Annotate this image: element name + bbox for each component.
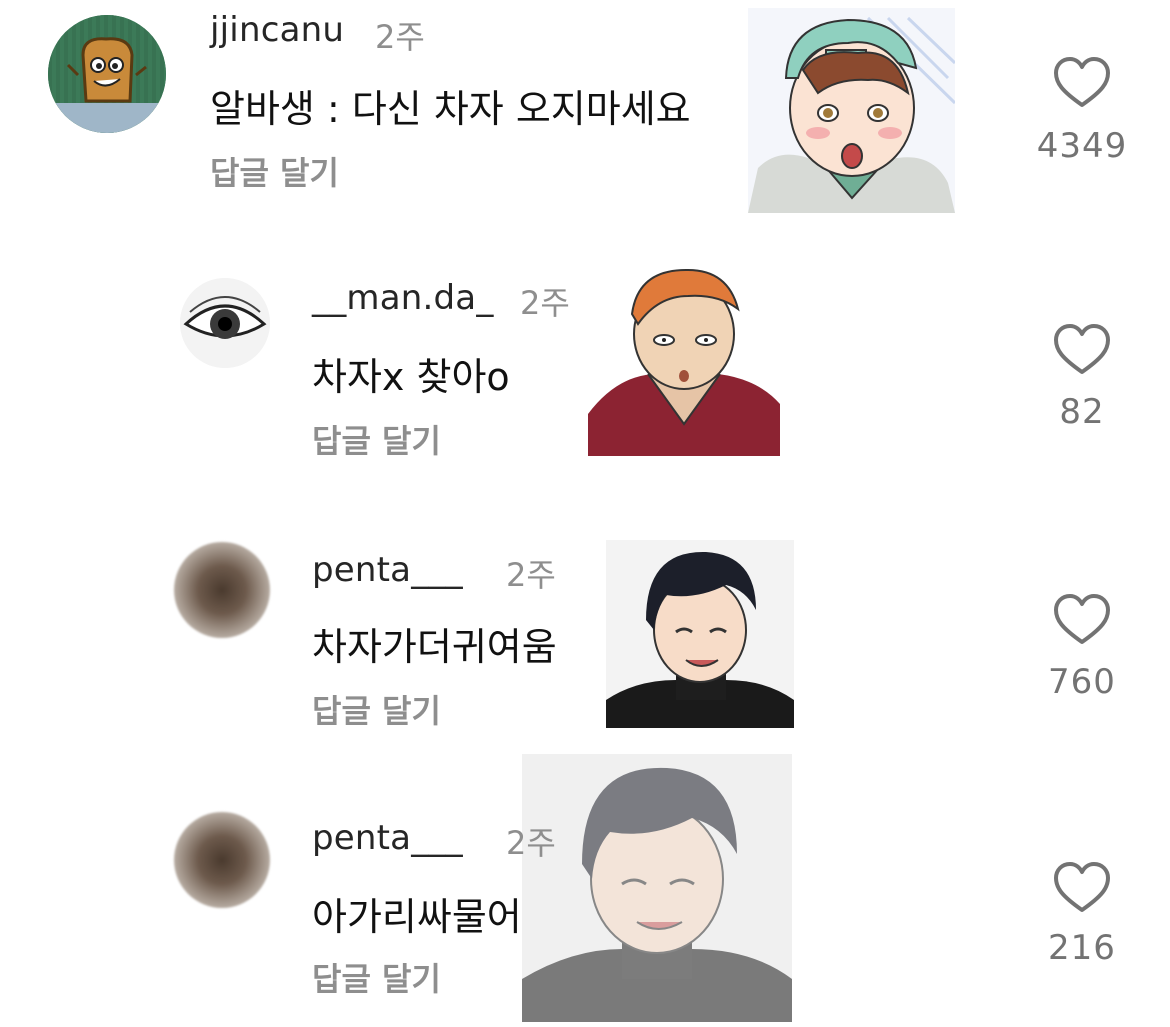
comment-text: 차자x 찾아o bbox=[312, 355, 510, 399]
sticker-image bbox=[588, 264, 780, 456]
reply-button[interactable]: 답글 달기 bbox=[312, 954, 441, 1000]
comment-text: 차자가더귀여움 bbox=[312, 625, 557, 669]
timestamp: 2주 bbox=[506, 556, 556, 594]
eye-avatar-icon bbox=[180, 278, 270, 368]
avatar[interactable] bbox=[180, 278, 270, 368]
like-count: 760 bbox=[1048, 662, 1116, 702]
like-count: 216 bbox=[1048, 928, 1116, 968]
like-button[interactable] bbox=[1052, 592, 1112, 648]
like-button[interactable] bbox=[1052, 322, 1112, 378]
comment-text: 아가리싸물어 bbox=[312, 895, 522, 939]
sticker-image bbox=[606, 540, 794, 728]
toast-cartoon-avatar-icon bbox=[48, 15, 166, 133]
heart-icon bbox=[1054, 594, 1110, 644]
reply-button[interactable]: 답글 달기 bbox=[210, 148, 339, 194]
comment-text: 알바생 : 다신 차자 오지마세요 bbox=[210, 87, 691, 131]
timestamp: 2주 bbox=[506, 824, 556, 862]
username[interactable]: jjincanu bbox=[210, 10, 344, 50]
comment-item: penta___ 2주 차자가더귀여움 답글 달기 760 bbox=[0, 520, 1170, 750]
like-count: 4349 bbox=[1036, 126, 1128, 166]
like-button[interactable] bbox=[1052, 860, 1112, 916]
like-button[interactable] bbox=[1052, 55, 1112, 111]
timestamp: 2주 bbox=[520, 284, 570, 322]
comment-item: __man.da_ 2주 차자x 찾아o 답글 달기 82 bbox=[0, 250, 1170, 480]
reply-button[interactable]: 답글 달기 bbox=[312, 686, 441, 732]
reply-button[interactable]: 답글 달기 bbox=[312, 416, 441, 462]
username[interactable]: penta___ bbox=[312, 818, 463, 858]
avatar[interactable] bbox=[174, 542, 270, 638]
smiling-black-hair-sticker-icon bbox=[606, 551, 794, 728]
sticker-image bbox=[748, 8, 955, 213]
smiling-black-hair-faded-sticker-icon bbox=[522, 767, 792, 1022]
username[interactable]: __man.da_ bbox=[312, 278, 494, 318]
heart-icon bbox=[1054, 57, 1110, 107]
avatar[interactable] bbox=[48, 15, 166, 133]
comment-item: jjincanu 2주 알바생 : 다신 차자 오지마세요 답글 달기 4349 bbox=[0, 0, 1170, 230]
comment-item: penta___ 2주 아가리싸물어 답글 달기 216 bbox=[0, 754, 1170, 1027]
timestamp: 2주 bbox=[375, 18, 425, 56]
sticker-image bbox=[522, 754, 792, 1022]
avatar[interactable] bbox=[174, 812, 270, 908]
heart-icon bbox=[1054, 324, 1110, 374]
heart-icon bbox=[1054, 862, 1110, 912]
redhead-hoodie-sticker-icon bbox=[588, 268, 780, 456]
like-count: 82 bbox=[1059, 392, 1105, 432]
username[interactable]: penta___ bbox=[312, 550, 463, 590]
cap-boy-sticker-icon bbox=[748, 16, 955, 213]
